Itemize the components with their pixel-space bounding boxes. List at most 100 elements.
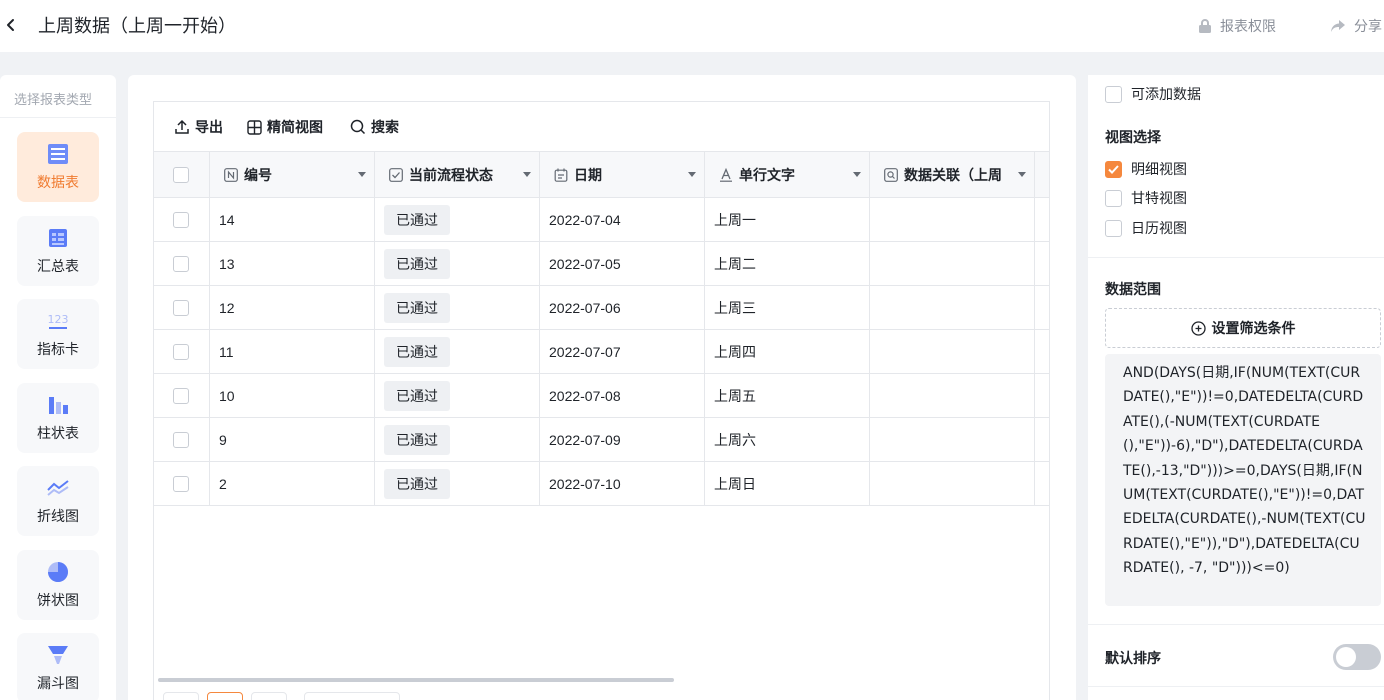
table-row[interactable]: 2 已通过 2022-07-10 上周日 [154,462,1049,506]
view-option-calendar[interactable]: 日历视图 [1105,218,1187,238]
view-option-gantt[interactable]: 甘特视图 [1105,188,1187,208]
addable-data-checkbox[interactable] [1105,85,1122,103]
table-cell-text[interactable]: 上周五 [705,374,870,417]
report-type-label: 数据表 [37,174,79,190]
row-filler-cell [1035,418,1049,461]
table-cell-status[interactable]: 已通过 [375,374,540,417]
table-row[interactable]: 11 已通过 2022-07-07 上周四 [154,330,1049,374]
table-cell-status[interactable]: 已通过 [375,418,540,461]
table-cell-id[interactable]: 11 [210,330,375,373]
table-cell-text[interactable]: 上周日 [705,462,870,505]
checkbox-checked[interactable] [1105,160,1122,178]
compact-view-button[interactable]: 精简视图 [247,117,323,137]
table-cell-relation[interactable] [870,374,1035,417]
default-sort-toggle[interactable] [1333,644,1381,670]
search-button[interactable]: 搜索 [350,117,399,137]
page-title: 上周数据（上周一开始） [38,16,236,36]
report-type-line[interactable]: 折线图 [17,466,99,536]
caret-down-icon[interactable] [523,172,531,177]
table-cell-id[interactable]: 13 [210,242,375,285]
column-header-status[interactable]: 当前流程状态 [375,152,540,197]
table-cell-relation[interactable] [870,462,1035,505]
table-cell-id[interactable]: 9 [210,418,375,461]
table-cell-text[interactable]: 上周三 [705,286,870,329]
back-chevron-icon[interactable] [4,14,18,36]
set-filter-button[interactable]: 设置筛选条件 [1105,308,1381,348]
caret-down-icon[interactable] [1018,172,1026,177]
pager-next-button[interactable] [251,692,287,700]
cell-value: 11 [219,343,234,360]
report-type-panel: 选择报表类型 数据表 汇总表 123 指标卡 柱状表 折线图 饼状图 漏斗图 [0,75,116,700]
page-size-select[interactable] [304,692,400,700]
report-permissions-button[interactable]: 报表权限 [1198,15,1276,37]
caret-down-icon[interactable] [358,172,366,177]
table-cell-date[interactable]: 2022-07-09 [540,418,705,461]
report-type-metric[interactable]: 123 指标卡 [17,299,99,369]
table-cell-relation[interactable] [870,418,1035,461]
table-cell-status[interactable]: 已通过 [375,286,540,329]
table-cell-id[interactable]: 2 [210,462,375,505]
caret-down-icon[interactable] [688,172,696,177]
row-checkbox[interactable] [173,343,189,360]
table-cell-text[interactable]: 上周四 [705,330,870,373]
table-cell-relation[interactable] [870,330,1035,373]
line-chart-icon [47,480,69,496]
table-cell-text[interactable]: 上周一 [705,198,870,241]
table-cell-status[interactable]: 已通过 [375,462,540,505]
table-cell-relation[interactable] [870,242,1035,285]
column-header-relation[interactable]: 数据关联（上周 [870,152,1035,197]
table-row[interactable]: 9 已通过 2022-07-09 上周六 [154,418,1049,462]
table-cell-id[interactable]: 14 [210,198,375,241]
table-row[interactable]: 14 已通过 2022-07-04 上周一 [154,198,1049,242]
addable-data-option[interactable]: 可添加数据 [1105,84,1201,104]
table-cell-status[interactable]: 已通过 [375,198,540,241]
table-cell-relation[interactable] [870,286,1035,329]
view-option-detail[interactable]: 明细视图 [1105,159,1187,179]
report-type-table[interactable]: 数据表 [17,132,99,202]
cell-value: 2022-07-04 [549,211,621,228]
pager-current-page[interactable] [207,692,243,700]
row-checkbox[interactable] [173,255,189,272]
column-header-id[interactable]: 编号 [210,152,375,197]
column-header-text[interactable]: 单行文字 [705,152,870,197]
cell-value: 上周四 [714,343,756,360]
row-checkbox[interactable] [173,387,189,404]
cell-value: 上周日 [714,475,756,492]
table-cell-text[interactable]: 上周二 [705,242,870,285]
default-sort-section-title: 默认排序 [1105,650,1161,666]
report-type-panel-title: 选择报表类型 [14,92,93,107]
table-cell-text[interactable]: 上周六 [705,418,870,461]
table-cell-relation[interactable] [870,198,1035,241]
table-cell-status[interactable]: 已通过 [375,242,540,285]
report-type-label: 折线图 [37,508,79,524]
table-row[interactable]: 10 已通过 2022-07-08 上周五 [154,374,1049,418]
column-header-date[interactable]: 日期 [540,152,705,197]
table-cell-date[interactable]: 2022-07-06 [540,286,705,329]
table-cell-date[interactable]: 2022-07-04 [540,198,705,241]
report-type-bar[interactable]: 柱状表 [17,383,99,453]
export-button[interactable]: 导出 [174,117,223,137]
report-type-pivot[interactable]: 汇总表 [17,216,99,286]
horizontal-scrollbar[interactable] [158,678,674,682]
table-cell-status[interactable]: 已通过 [375,330,540,373]
report-type-funnel[interactable]: 漏斗图 [17,633,99,700]
checkbox-unchecked[interactable] [1105,219,1122,237]
table-row[interactable]: 12 已通过 2022-07-06 上周三 [154,286,1049,330]
table-cell-date[interactable]: 2022-07-10 [540,462,705,505]
report-type-pie[interactable]: 饼状图 [17,550,99,620]
share-button[interactable]: 分享 [1330,15,1382,37]
row-checkbox[interactable] [173,431,189,448]
table-cell-id[interactable]: 10 [210,374,375,417]
table-row[interactable]: 13 已通过 2022-07-05 上周二 [154,242,1049,286]
row-checkbox[interactable] [173,299,189,316]
caret-down-icon[interactable] [853,172,861,177]
row-checkbox[interactable] [173,211,189,228]
pager-prev-button[interactable] [163,692,199,700]
row-checkbox[interactable] [173,475,189,492]
checkbox-unchecked[interactable] [1105,189,1122,207]
table-cell-date[interactable]: 2022-07-08 [540,374,705,417]
select-all-checkbox[interactable] [173,166,189,183]
table-cell-date[interactable]: 2022-07-05 [540,242,705,285]
table-cell-id[interactable]: 12 [210,286,375,329]
table-cell-date[interactable]: 2022-07-07 [540,330,705,373]
